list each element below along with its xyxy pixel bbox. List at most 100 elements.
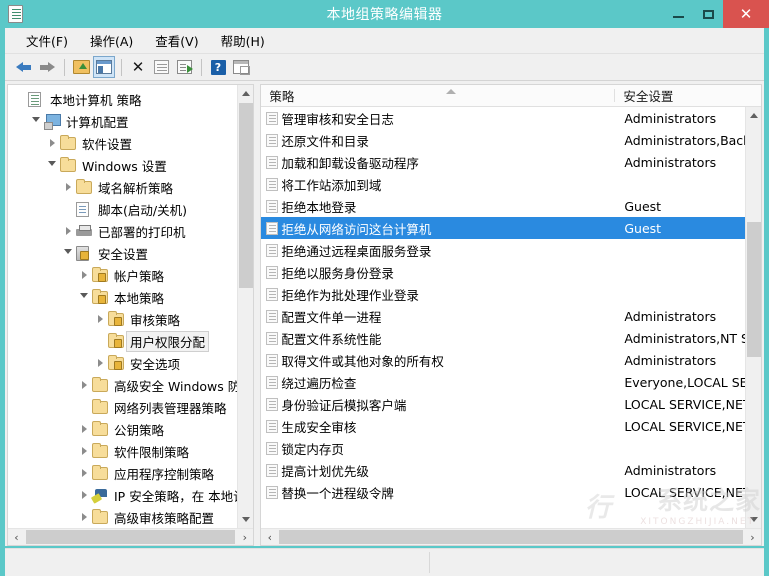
back-button[interactable] <box>13 56 35 78</box>
list-hscroll-left-button[interactable]: ‹ <box>261 529 278 545</box>
table-row[interactable]: 加载和卸载设备驱动程序 Administrators <box>261 151 761 173</box>
up-one-level-button[interactable] <box>70 56 92 78</box>
export-list-button[interactable] <box>173 56 195 78</box>
column-policy[interactable]: 策略 <box>261 86 616 105</box>
chevron-right-icon[interactable] <box>60 220 76 242</box>
tree-hscroll-left-button[interactable]: ‹ <box>8 529 25 545</box>
minimize-button[interactable] <box>663 0 693 28</box>
tree-node[interactable]: 高级安全 Windows 防> <box>8 374 253 396</box>
policy-security-setting: Administrators <box>624 154 717 170</box>
table-row[interactable]: 绕过遍历检查 Everyone,LOCAL SERV.. <box>261 371 761 393</box>
tree-node[interactable]: 公钥策略 <box>8 418 253 440</box>
table-row[interactable]: 配置文件单一进程 Administrators <box>261 305 761 327</box>
tree-node[interactable]: 本地计算机 策略 <box>8 88 253 110</box>
toggle-console-tree-button[interactable] <box>93 56 115 78</box>
tree-scroll-thumb[interactable] <box>239 103 254 288</box>
tree-horizontal-scrollbar[interactable]: ‹ › <box>8 528 254 545</box>
chevron-down-icon[interactable] <box>44 154 60 176</box>
list-scroll-down-button[interactable] <box>746 511 761 528</box>
tree-node[interactable]: 软件设置 <box>8 132 253 154</box>
tree-twisty-spacer <box>12 88 28 110</box>
tree-node[interactable]: IP 安全策略，在 本地计 <box>8 484 253 506</box>
show-action-pane-button[interactable] <box>230 56 252 78</box>
policy-icon <box>261 155 281 169</box>
menu-file[interactable]: 文件(F) <box>15 28 79 53</box>
table-row[interactable]: 配置文件系统性能 Administrators,NT SE.. <box>261 327 761 349</box>
chevron-right-icon[interactable] <box>92 308 108 330</box>
list-horizontal-scrollbar[interactable]: ‹ › <box>261 528 761 545</box>
policy-security-setting: Administrators <box>624 462 717 478</box>
menu-help[interactable]: 帮助(H) <box>210 28 276 53</box>
tree-node[interactable]: 软件限制策略 <box>8 440 253 462</box>
table-row[interactable]: 将工作站添加到域 <box>261 173 761 195</box>
table-row[interactable]: 生成安全审核 LOCAL SERVICE,NET.. <box>261 415 761 437</box>
chevron-right-icon[interactable] <box>60 176 76 198</box>
table-row[interactable]: 管理审核和安全日志 Administrators <box>261 107 761 129</box>
chevron-right-icon[interactable] <box>76 418 92 440</box>
table-row[interactable]: 拒绝作为批处理作业登录 <box>261 283 761 305</box>
tree-node[interactable]: 脚本(启动/关机) <box>8 198 253 220</box>
tree-hscroll-thumb[interactable] <box>26 530 236 544</box>
chevron-down-icon[interactable] <box>76 286 92 308</box>
menu-view[interactable]: 查看(V) <box>144 28 209 53</box>
maximize-button[interactable] <box>693 0 723 28</box>
tree-node[interactable]: 安全设置 <box>8 242 253 264</box>
folder-icon <box>92 508 110 524</box>
maximize-icon <box>702 9 714 19</box>
tree-node[interactable]: 已部署的打印机 <box>8 220 253 242</box>
delete-button[interactable]: ✕ <box>127 56 149 78</box>
tree-node-label: 审核策略 <box>130 312 181 328</box>
table-row[interactable]: 拒绝以服务身份登录 <box>261 261 761 283</box>
chevron-down-icon[interactable] <box>60 242 76 264</box>
forward-button[interactable] <box>36 56 58 78</box>
close-button[interactable]: ✕ <box>723 0 769 28</box>
tree-node[interactable]: 计算机配置 <box>8 110 253 132</box>
chevron-right-icon[interactable] <box>44 132 60 154</box>
policy-icon <box>261 199 281 213</box>
tree-node[interactable]: 网络列表管理器策略 <box>8 396 253 418</box>
table-row[interactable]: 取得文件或其他对象的所有权 Administrators <box>261 349 761 371</box>
tree-node[interactable]: 用户权限分配 <box>8 330 253 352</box>
chevron-right-icon[interactable] <box>76 506 92 528</box>
tree-node[interactable]: 安全选项 <box>8 352 253 374</box>
column-security-setting[interactable]: 安全设置 <box>615 86 761 105</box>
table-row[interactable]: 拒绝从网络访问这台计算机 Guest <box>261 217 761 239</box>
chevron-down-icon[interactable] <box>28 110 44 132</box>
properties-button[interactable] <box>150 56 172 78</box>
policy-icon <box>261 111 281 125</box>
tree-vertical-scrollbar[interactable] <box>237 85 254 528</box>
list-scroll-thumb[interactable] <box>747 222 761 357</box>
chevron-right-icon[interactable] <box>76 440 92 462</box>
chevron-right-icon[interactable] <box>76 374 92 396</box>
list-scroll-up-button[interactable] <box>746 107 761 124</box>
menu-action[interactable]: 操作(A) <box>79 28 144 53</box>
tree-scroll-up-button[interactable] <box>238 85 253 102</box>
tree-node[interactable]: 帐户策略 <box>8 264 253 286</box>
policy-name: 将工作站添加到域 <box>281 177 382 193</box>
table-row[interactable]: 还原文件和目录 Administrators,Backu.. <box>261 129 761 151</box>
table-row[interactable]: 拒绝通过远程桌面服务登录 <box>261 239 761 261</box>
tree-node[interactable]: 域名解析策略 <box>8 176 253 198</box>
chevron-right-icon[interactable] <box>92 352 108 374</box>
tree-scroll-down-button[interactable] <box>238 511 253 528</box>
table-row[interactable]: 替换一个进程级令牌 LOCAL SERVICE,NET.. <box>261 481 761 503</box>
tree-node[interactable]: 审核策略 <box>8 308 253 330</box>
table-row[interactable]: 提高计划优先级 Administrators <box>261 459 761 481</box>
tree-node[interactable]: 高级审核策略配置 <box>8 506 253 528</box>
list-hscroll-thumb[interactable] <box>279 530 743 544</box>
help-button[interactable]: ? <box>207 56 229 78</box>
chevron-right-icon[interactable] <box>76 484 92 506</box>
table-row[interactable]: 拒绝本地登录 Guest <box>261 195 761 217</box>
policy-name: 配置文件系统性能 <box>281 331 382 347</box>
policy-security-setting: LOCAL SERVICE,NET.. <box>624 418 757 434</box>
tree-node[interactable]: 本地策略 <box>8 286 253 308</box>
chevron-right-icon[interactable] <box>76 264 92 286</box>
list-hscroll-right-button[interactable]: › <box>744 529 761 545</box>
tree-hscroll-right-button[interactable]: › <box>236 529 253 545</box>
table-row[interactable]: 身份验证后模拟客户端 LOCAL SERVICE,NET.. <box>261 393 761 415</box>
list-vertical-scrollbar[interactable] <box>745 107 761 528</box>
table-row[interactable]: 锁定内存页 <box>261 437 761 459</box>
chevron-right-icon[interactable] <box>76 462 92 484</box>
tree-node[interactable]: 应用程序控制策略 <box>8 462 253 484</box>
tree-node[interactable]: Windows 设置 <box>8 154 253 176</box>
